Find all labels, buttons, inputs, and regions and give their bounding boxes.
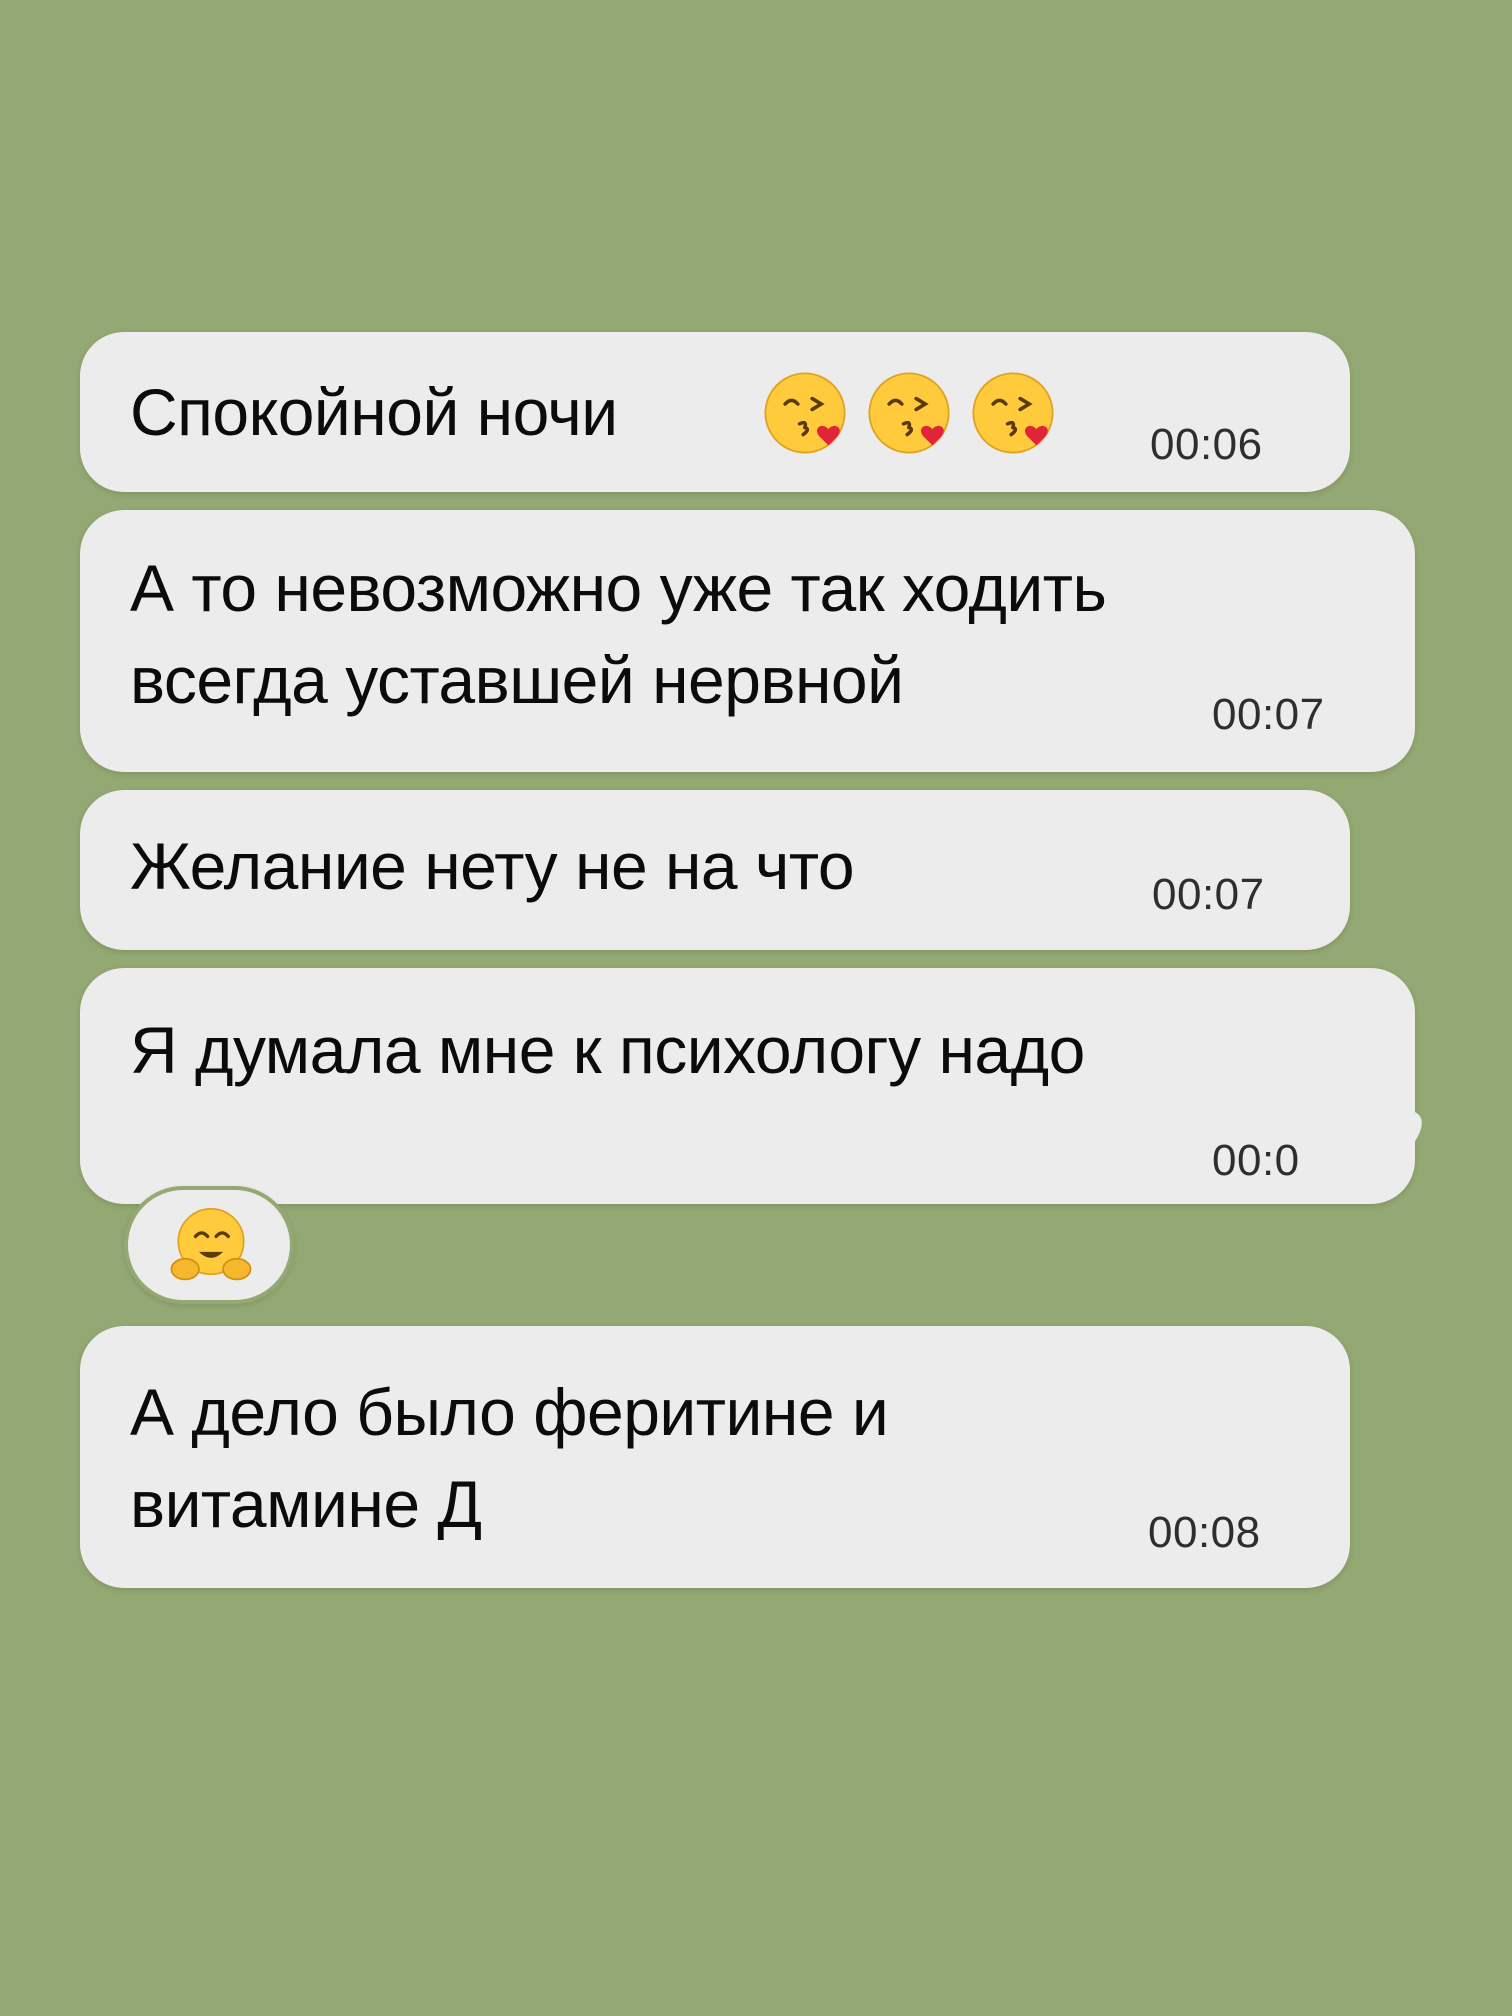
message-text: А дело было феритине и витамине Д <box>130 1375 889 1541</box>
message-bubble[interactable]: А дело было феритине и витамине Д 00:08 <box>80 1326 1350 1588</box>
message-text: А то невозможно уже так ходить всегда ус… <box>130 551 1107 717</box>
kissing-heart-emoji <box>868 372 950 454</box>
message-text: Желание нету не на что <box>130 829 855 903</box>
message-bubble[interactable]: А то невозможно уже так ходить всегда ус… <box>80 510 1415 772</box>
reaction-badge[interactable] <box>124 1186 294 1304</box>
hugging-face-emoji <box>170 1208 252 1281</box>
message-bubble[interactable]: Желание нету не на что 00:07 <box>80 790 1350 950</box>
message-time: 00:06 <box>1150 420 1263 469</box>
message-time: 00:07 <box>1152 870 1265 919</box>
message-text: Я думала мне к психологу надо <box>130 1013 1085 1087</box>
kissing-heart-emoji <box>764 372 846 454</box>
message-bubble[interactable]: Спокойной ночи 00:06 <box>80 332 1350 492</box>
message-text: Спокойной ночи <box>130 375 618 449</box>
bubble-tail <box>1300 1112 1422 1204</box>
emoji-group <box>760 368 1058 458</box>
message-time: 00:08 <box>1148 1508 1261 1557</box>
message-time: 00:07 <box>1212 690 1325 739</box>
kissing-heart-emoji <box>972 372 1054 454</box>
message-bubble[interactable]: Я думала мне к психологу надо 00:08 <box>80 968 1415 1204</box>
